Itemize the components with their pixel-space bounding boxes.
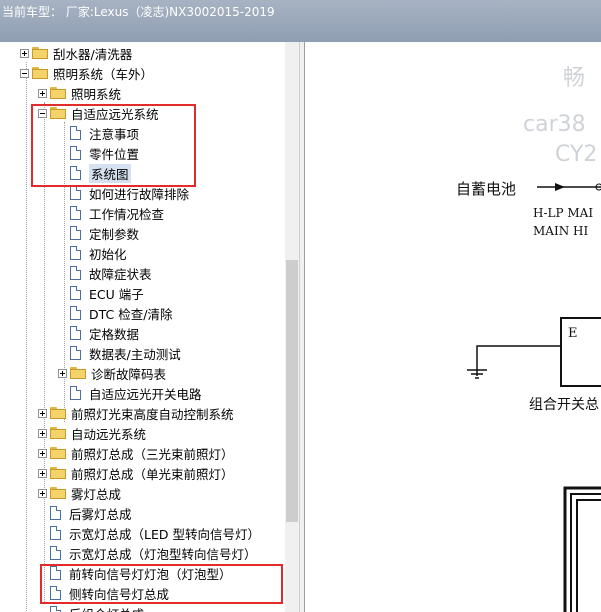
tree-item-label: 数据表/主动测试 [89,346,181,362]
tree-item-label: ECU 端子 [89,286,144,302]
tree-scrollbar[interactable] [285,42,299,612]
tree-item[interactable]: 前照灯总成（三光束前照灯） [38,443,234,463]
tree-item[interactable]: 工作情况检查 [70,203,164,223]
tree-item[interactable]: 前照灯总成（单光束前照灯） [38,463,234,483]
tree-item[interactable]: 自适应远光开关电路 [70,383,202,403]
tree-item-label: 照明系统 [71,86,122,102]
tree-scrollbar-thumb[interactable] [286,260,298,522]
tree-item-label: 前照灯总成（单光束前照灯） [71,466,234,482]
document-pane: 畅 car38 CY2 自蓄电池 H-LP MAI MAIN HI E 组合开关… [305,42,601,612]
tree-item-label: 示宽灯总成（LED 型转向信号灯） [69,526,260,542]
expand-icon[interactable] [38,428,47,438]
tree-item[interactable]: 自动远光系统 [38,423,146,443]
tree-item-label: 前照灯光束高度自动控制系统 [71,406,234,422]
document-icon [50,606,61,612]
highlight-box-bottom [40,564,283,604]
expand-icon[interactable] [20,48,29,58]
expand-icon[interactable] [38,448,47,458]
tree-item[interactable]: 后雾灯总成 [50,503,132,523]
tree-item[interactable]: 前照灯光束高度自动控制系统 [38,403,234,423]
tree-item-label: 雾灯总成 [71,486,122,502]
expand-icon[interactable] [38,408,47,418]
tree-item[interactable]: 定制参数 [70,223,139,243]
tree-item[interactable]: 示宽灯总成（灯泡型转向信号灯） [50,543,257,563]
tree-item-label: 自动远光系统 [71,426,147,442]
document-icon [70,346,81,360]
window-title: 当前车型： 厂家:Lexus（凌志)NX3002015-2019 [2,5,275,19]
document-icon [70,286,81,300]
tree-item[interactable]: 照明系统 [38,83,121,103]
document-icon [50,506,61,520]
tree-item[interactable]: DTC 检查/清除 [70,303,172,323]
tree-item[interactable]: 后组合灯总成 [50,603,144,612]
tree-item-label: 定制参数 [89,226,140,242]
tree-item[interactable]: 初始化 [70,243,127,263]
tree-item-label: 刮水器/清洗器 [53,46,133,62]
tree-item[interactable]: 定格数据 [70,323,139,343]
tree-item[interactable]: ECU 端子 [70,283,144,303]
document-icon [70,186,81,200]
tree-item-label: 后雾灯总成 [69,506,132,522]
document-icon [70,386,81,400]
folder-icon [50,427,66,439]
tree-item-label: DTC 检查/清除 [89,306,173,322]
tree-item[interactable]: 示宽灯总成（LED 型转向信号灯） [50,523,260,543]
tree-guide-line [26,62,27,612]
folder-icon [70,367,86,379]
tree-item-label: 自适应远光开关电路 [89,386,202,402]
document-icon [70,226,81,240]
document-icon [70,306,81,320]
tree-item-label: 工作情况检查 [89,206,165,222]
highlight-box-top [31,104,196,187]
tree-item[interactable]: 照明系统（车外） [20,63,153,83]
tree-item[interactable]: 刮水器/清洗器 [20,43,132,63]
expand-icon[interactable] [38,488,47,498]
folder-icon [32,67,48,79]
document-icon [50,546,61,560]
tree-item-label: 诊断故障码表 [91,366,167,382]
tree-item-label: 初始化 [89,246,127,262]
document-icon [50,526,61,540]
switch-label: 组合开关总 [529,397,599,413]
folder-icon [50,487,66,499]
folder-icon [50,467,66,479]
folder-icon [50,447,66,459]
expand-icon[interactable] [58,368,67,378]
tree-item-label: 故障症状表 [89,266,152,282]
folder-icon [50,87,66,99]
tree-item[interactable]: 数据表/主动测试 [70,343,181,363]
document-icon [70,326,81,340]
document-icon [70,266,81,280]
wiring-diagram [467,317,601,612]
tree-item[interactable]: 故障症状表 [70,263,152,283]
expand-icon[interactable] [38,468,47,478]
tree-item-label: 前照灯总成（三光束前照灯） [71,446,234,462]
connector-label: E [568,326,578,341]
window-titlebar: 当前车型： 厂家:Lexus（凌志)NX3002015-2019 [0,0,601,42]
tree-item-label: 照明系统（车外） [53,66,154,82]
tree-item-label: 示宽灯总成（灯泡型转向信号灯） [69,546,257,562]
folder-icon [32,47,48,59]
document-icon [70,206,81,220]
tree-item[interactable]: 雾灯总成 [38,483,121,503]
tree-item-label: 后组合灯总成 [69,604,144,612]
tree-item[interactable]: 诊断故障码表 [58,363,166,383]
expand-icon[interactable] [38,88,47,98]
collapse-icon[interactable] [20,68,29,78]
document-icon [70,246,81,260]
folder-icon [50,407,66,419]
tree-item-label: 定格数据 [89,326,140,342]
